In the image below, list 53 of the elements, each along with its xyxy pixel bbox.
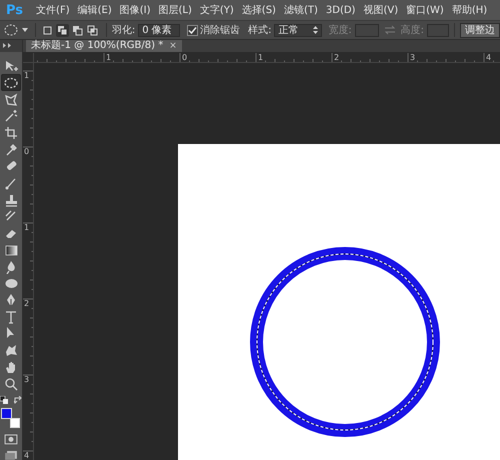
document-title: 未标题-1 @ 100%(RGB/8) * (31, 40, 164, 52)
width-field[interactable] (354, 24, 379, 36)
height-field[interactable] (427, 24, 449, 36)
ruler-number: 0 (182, 54, 188, 62)
menu-item[interactable]: 文字(Y) (196, 3, 238, 17)
menu-item[interactable]: 图层(L) (154, 3, 196, 17)
menu-item[interactable]: 窗口(W) (402, 3, 448, 17)
feather-field[interactable]: 0 像素 (138, 24, 180, 36)
menu-item[interactable]: 选择(S) (238, 3, 280, 17)
ruler-number: 1 (106, 54, 112, 62)
caret-icon[interactable] (22, 28, 28, 32)
menu-item[interactable]: 3D(D) (322, 4, 360, 16)
subtract-selection-icon[interactable] (70, 24, 84, 36)
ellipse-marquee-icon[interactable] (4, 23, 20, 37)
document-tab[interactable]: 未标题-1 @ 100%(RGB/8) * × (26, 40, 182, 52)
ruler-number: 4 (24, 452, 30, 460)
menu-item[interactable]: 图像(I) (116, 3, 154, 17)
refine-edge-button[interactable]: 调整边 (460, 22, 500, 38)
new-selection-icon[interactable] (40, 24, 54, 36)
menu-item[interactable]: 视图(V) (359, 3, 402, 17)
ruler-number: 3 (24, 376, 30, 384)
screen-mode-icon[interactable] (4, 450, 18, 460)
app-logo: Ps (6, 2, 24, 18)
intersect-selection-icon[interactable] (86, 24, 99, 36)
ruler-number: 1 (24, 224, 30, 232)
close-tab-button[interactable]: × (169, 40, 177, 52)
add-selection-icon[interactable] (56, 24, 69, 36)
ruler-number: 0 (24, 148, 30, 156)
menu-item[interactable]: 编辑(E) (74, 3, 116, 17)
quick-mask-icon[interactable] (4, 433, 18, 446)
style-label: 样式: (248, 24, 272, 37)
collapse-icon[interactable] (3, 43, 12, 48)
swap-colors-icon[interactable] (14, 396, 22, 404)
feather-label: 羽化: (112, 24, 136, 37)
ruler-number: 1 (24, 72, 30, 80)
menu-item[interactable]: 文件(F) (32, 3, 74, 17)
ellipse-marquee-icon[interactable] (1, 74, 21, 92)
foreground-color-swatch[interactable] (1, 408, 12, 419)
ruler-number: 2 (334, 54, 340, 62)
menu-item[interactable]: 帮助(H) (448, 3, 492, 17)
dropdown-icon (313, 26, 318, 34)
ruler-number: 1 (258, 54, 264, 62)
anti-alias-checkbox[interactable] (187, 24, 198, 36)
width-label: 宽度: (328, 24, 352, 37)
ruler-number: 2 (24, 300, 30, 308)
height-label: 高度: (400, 24, 424, 37)
ruler-number: 4 (486, 54, 492, 62)
style-select[interactable]: 正常 (274, 24, 322, 36)
background-color-swatch[interactable] (10, 418, 20, 428)
menu-item[interactable]: 滤镜(T) (280, 3, 322, 17)
default-colors-icon[interactable] (0, 396, 8, 404)
anti-alias-label: 消除锯齿 (200, 24, 240, 37)
ruler-number: 3 (410, 54, 416, 62)
